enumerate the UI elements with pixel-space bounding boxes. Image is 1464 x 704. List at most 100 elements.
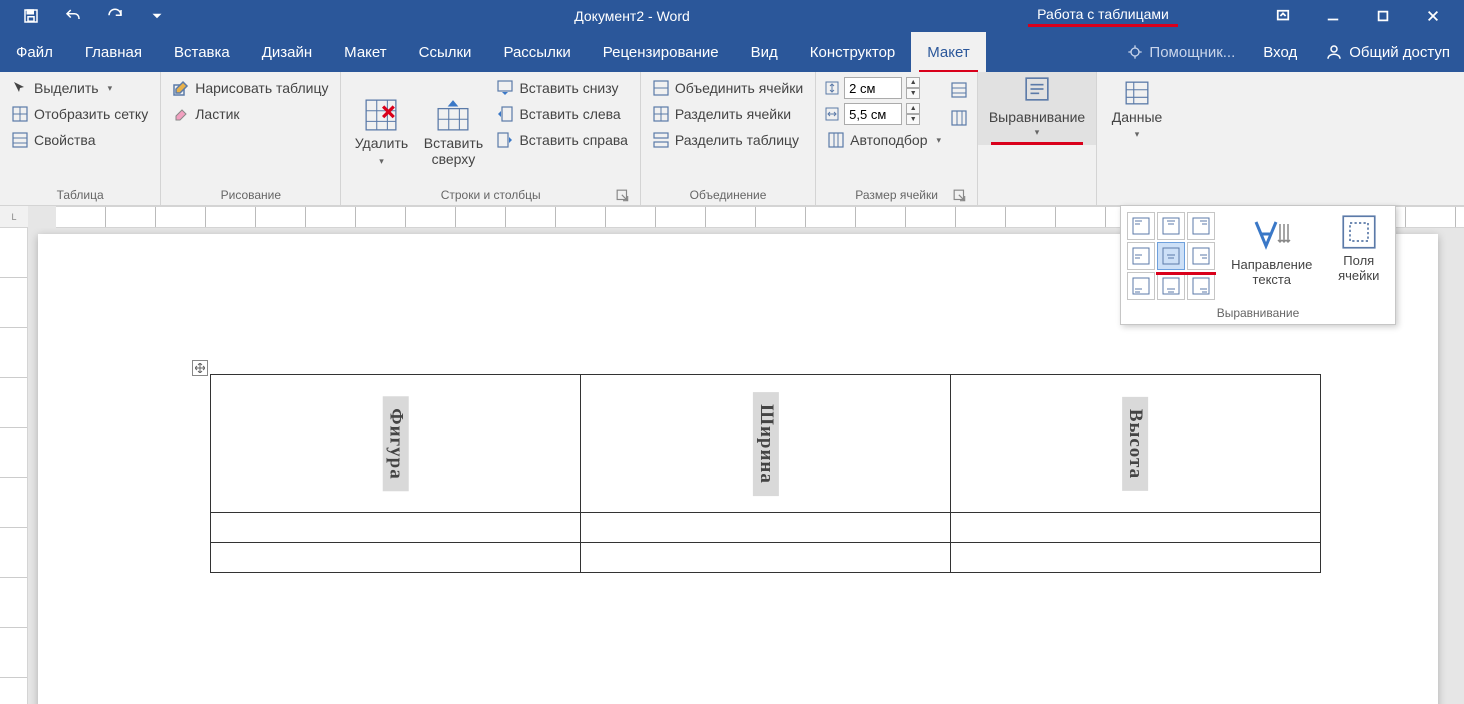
split-table-button[interactable]: Разделить таблицу [649, 128, 807, 152]
insert-left-label: Вставить слева [519, 106, 620, 122]
document-table[interactable]: Фигура Ширина Высота [210, 374, 1321, 573]
save-button[interactable] [10, 0, 52, 32]
align-bottom-left-button[interactable] [1127, 272, 1155, 300]
insert-above-button[interactable]: Вставить сверху [417, 76, 489, 185]
align-bottom-right-button[interactable] [1187, 272, 1215, 300]
table-cell[interactable]: Ширина [581, 375, 951, 513]
table-cell[interactable]: Высота [951, 375, 1321, 513]
height-icon [824, 80, 840, 96]
eraser-button[interactable]: Ластик [169, 102, 332, 126]
tell-me-search[interactable]: Помощник... [1113, 44, 1249, 61]
group-merge: Объединить ячейки Разделить ячейки Разде… [641, 72, 816, 205]
autofit-button[interactable]: Автоподбор [824, 128, 945, 152]
tell-me-label: Помощник... [1149, 44, 1235, 61]
tab-design[interactable]: Дизайн [246, 32, 328, 72]
insert-above-icon [436, 98, 470, 132]
insert-right-button[interactable]: Вставить справа [493, 128, 631, 152]
table-cell[interactable] [951, 513, 1321, 543]
row-height-input[interactable] [844, 77, 902, 99]
alignment-dropdown-button[interactable]: Выравнивание ▾ [978, 72, 1096, 145]
align-center-right-button[interactable] [1187, 242, 1215, 270]
data-dropdown-button[interactable]: Данные ▾ [1105, 76, 1169, 140]
maximize-button[interactable] [1360, 0, 1406, 32]
table-cell[interactable] [581, 513, 951, 543]
split-table-icon [653, 132, 669, 148]
spin-up[interactable]: ▲ [906, 77, 920, 88]
group-label: Таблица [8, 185, 152, 205]
draw-table-button[interactable]: Нарисовать таблицу [169, 76, 332, 100]
insert-below-button[interactable]: Вставить снизу [493, 76, 631, 100]
insert-left-button[interactable]: Вставить слева [493, 102, 631, 126]
align-bottom-center-button[interactable] [1157, 272, 1185, 300]
text-direction-button[interactable]: Направление текста [1221, 212, 1323, 300]
qat-customize-button[interactable] [136, 0, 178, 32]
table-cell[interactable] [581, 543, 951, 573]
minimize-button[interactable] [1310, 0, 1356, 32]
delete-button[interactable]: Удалить ▾ [349, 76, 413, 185]
table-cell[interactable] [211, 543, 581, 573]
width-icon [824, 106, 840, 122]
align-center-center-button[interactable] [1157, 242, 1185, 270]
tab-references[interactable]: Ссылки [403, 32, 488, 72]
align-center-left-button[interactable] [1127, 242, 1155, 270]
spin-up[interactable]: ▲ [906, 103, 920, 114]
column-width-input[interactable] [844, 103, 902, 125]
redo-button[interactable] [94, 0, 136, 32]
share-button[interactable]: Общий доступ [1311, 43, 1464, 61]
undo-button[interactable] [52, 0, 94, 32]
align-top-center-button[interactable] [1157, 212, 1185, 240]
vertical-ruler[interactable] [0, 228, 28, 704]
pencil-icon [173, 80, 189, 96]
tab-insert[interactable]: Вставка [158, 32, 246, 72]
insert-right-icon [497, 132, 513, 148]
sign-in-button[interactable]: Вход [1249, 44, 1311, 61]
alignment-grid [1127, 212, 1215, 300]
tab-layout[interactable]: Макет [328, 32, 402, 72]
distribute-columns-button[interactable] [949, 106, 969, 130]
group-data: Данные ▾ [1097, 72, 1177, 205]
spin-down[interactable]: ▼ [906, 114, 920, 125]
select-button[interactable]: Выделить [8, 76, 152, 100]
properties-button[interactable]: Свойства [8, 128, 152, 152]
tab-table-layout-label: Макет [927, 44, 969, 61]
distribute-rows-button[interactable] [949, 78, 969, 102]
highlight-underline [991, 142, 1083, 145]
table-row[interactable] [211, 513, 1321, 543]
title-bar: Документ2 - Word Работа с таблицами [0, 0, 1464, 32]
table-cell[interactable]: Фигура [211, 375, 581, 513]
tab-view[interactable]: Вид [735, 32, 794, 72]
chevron-down-icon: ▾ [379, 156, 384, 167]
align-top-left-button[interactable] [1127, 212, 1155, 240]
tab-selector[interactable]: L [0, 206, 28, 228]
row-height-field[interactable]: ▲▼ [824, 76, 945, 100]
ribbon-display-options-button[interactable] [1260, 0, 1306, 32]
table-cell[interactable] [951, 543, 1321, 573]
view-gridlines-button[interactable]: Отобразить сетку [8, 102, 152, 126]
tab-table-design[interactable]: Конструктор [794, 32, 912, 72]
tab-file[interactable]: Файл [0, 32, 69, 72]
column-width-field[interactable]: ▲▼ [824, 102, 945, 126]
cell-margins-button[interactable]: Поля ячейки [1329, 212, 1390, 300]
dialog-launcher-icon[interactable] [953, 189, 967, 203]
close-button[interactable] [1410, 0, 1456, 32]
tab-mailings[interactable]: Рассылки [487, 32, 586, 72]
table-cell[interactable] [211, 513, 581, 543]
header-cell-text: Ширина [753, 392, 779, 496]
context-tab-label: Работа с таблицами [1037, 6, 1169, 22]
table-row[interactable]: Фигура Ширина Высота [211, 375, 1321, 513]
gridlines-label: Отобразить сетку [34, 106, 148, 122]
merge-cells-button[interactable]: Объединить ячейки [649, 76, 807, 100]
spin-down[interactable]: ▼ [906, 88, 920, 99]
header-cell-text: Фигура [383, 396, 409, 491]
delete-label: Удалить [355, 136, 408, 151]
tab-home[interactable]: Главная [69, 32, 158, 72]
align-top-right-button[interactable] [1187, 212, 1215, 240]
tab-table-layout[interactable]: Макет [911, 32, 985, 72]
table-row[interactable] [211, 543, 1321, 573]
tab-review[interactable]: Рецензирование [587, 32, 735, 72]
split-cells-button[interactable]: Разделить ячейки [649, 102, 807, 126]
popup-footer-label: Выравнивание [1127, 306, 1389, 320]
dialog-launcher-icon[interactable] [616, 189, 630, 203]
quick-access-toolbar [0, 0, 178, 32]
table-move-handle[interactable] [192, 360, 208, 376]
